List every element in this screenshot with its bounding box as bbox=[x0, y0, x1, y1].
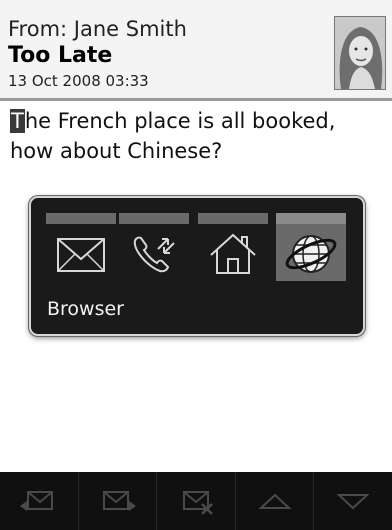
delete-message-icon bbox=[182, 491, 213, 515]
switcher-app-phone[interactable] bbox=[119, 213, 189, 281]
selected-app-label: Browser bbox=[47, 298, 124, 320]
forward-button[interactable] bbox=[79, 472, 158, 530]
sender-line: From: Jane Smith bbox=[8, 17, 187, 41]
switcher-app-messages[interactable] bbox=[46, 213, 116, 281]
message-date: 13 Oct 2008 03:33 bbox=[8, 72, 149, 90]
switcher-app-browser[interactable] bbox=[276, 213, 346, 281]
app-bar bbox=[198, 213, 268, 224]
message-subject: Too Late bbox=[8, 43, 113, 68]
delete-button[interactable] bbox=[157, 472, 236, 530]
bottom-toolbar bbox=[0, 472, 392, 530]
reply-button[interactable] bbox=[0, 472, 79, 530]
phone-icon bbox=[126, 227, 182, 279]
sender-avatar[interactable] bbox=[334, 16, 386, 90]
home-icon bbox=[205, 227, 261, 279]
app-bar bbox=[276, 213, 346, 224]
switcher-app-home[interactable] bbox=[198, 213, 268, 281]
message-body-text: he French place is all booked, how about… bbox=[10, 109, 336, 163]
down-arrow-icon bbox=[336, 494, 370, 510]
forward-icon bbox=[103, 491, 137, 511]
app-switcher: Browser bbox=[29, 196, 365, 336]
scroll-up-button[interactable] bbox=[236, 472, 315, 530]
up-arrow-icon bbox=[258, 493, 292, 509]
scroll-down-button[interactable] bbox=[314, 472, 392, 530]
app-bar bbox=[46, 213, 116, 224]
reply-icon bbox=[19, 491, 53, 511]
message-header: From: Jane Smith Too Late 13 Oct 2008 03… bbox=[0, 0, 392, 101]
envelope-icon bbox=[53, 227, 109, 279]
app-bar bbox=[119, 213, 189, 224]
text-cursor: T bbox=[10, 109, 25, 133]
message-body: The French place is all booked, how abou… bbox=[10, 106, 382, 166]
globe-icon bbox=[283, 227, 339, 279]
